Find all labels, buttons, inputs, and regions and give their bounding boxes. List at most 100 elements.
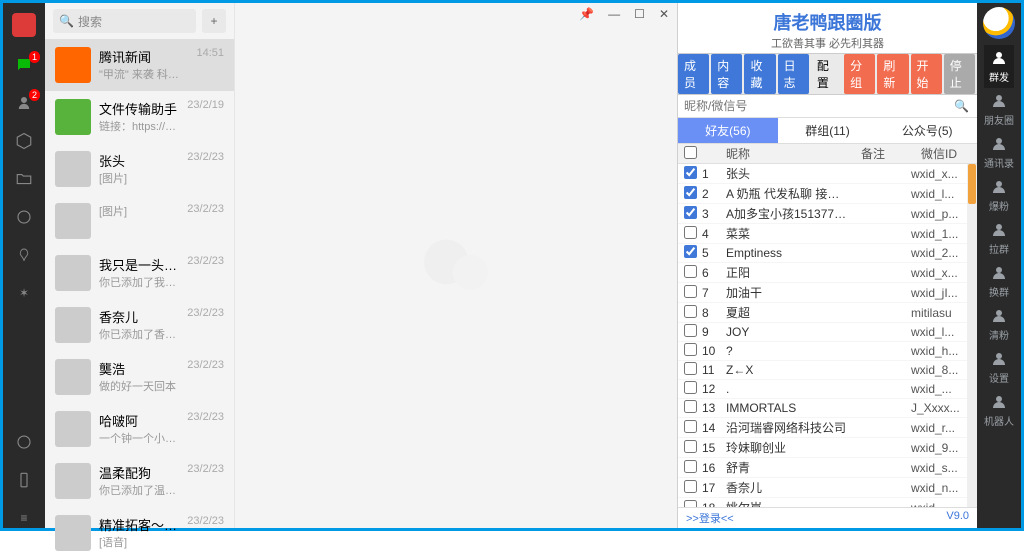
- scrollbar-thumb[interactable]: [968, 164, 976, 204]
- nav-收藏[interactable]: 收藏: [744, 54, 775, 94]
- conversation-item[interactable]: 腾讯新闻 "甲流" 来袭 科学预防... 14:51: [45, 39, 234, 91]
- row-nick: Z←X: [726, 363, 851, 377]
- maximize-button[interactable]: ☐: [634, 7, 645, 21]
- contacts-icon[interactable]: 2: [14, 93, 34, 113]
- cube-icon[interactable]: [14, 131, 34, 151]
- nav-分组[interactable]: 分组: [844, 54, 875, 94]
- row-checkbox[interactable]: [684, 226, 697, 239]
- row-checkbox[interactable]: [684, 265, 697, 278]
- scrollbar[interactable]: [967, 164, 977, 507]
- table-row[interactable]: 5 Emptiness wxid_2...: [678, 244, 967, 263]
- table-row[interactable]: 18 姚尔岚 wxid_...: [678, 498, 967, 507]
- conversation-item[interactable]: 香奈儿 你已添加了香奈儿，现在... 23/2/23: [45, 299, 234, 351]
- sidebar-item-群发[interactable]: 群发: [984, 45, 1014, 88]
- conversation-item[interactable]: [图片] 23/2/23: [45, 195, 234, 247]
- conversation-item[interactable]: 温柔配狗 你已添加了温柔配狗，现... 23/2/23: [45, 455, 234, 507]
- table-row[interactable]: 14 沿河瑞睿网络科技公司 wxid_r...: [678, 418, 967, 438]
- row-index: 2: [700, 187, 726, 201]
- row-checkbox[interactable]: [684, 166, 697, 179]
- select-all-checkbox[interactable]: [684, 146, 697, 159]
- row-index: 4: [700, 227, 726, 241]
- row-checkbox[interactable]: [684, 460, 697, 473]
- row-nick: A 奶瓶 代发私聊 接冠名: [726, 185, 851, 202]
- table-row[interactable]: 11 Z←X wxid_8...: [678, 361, 967, 380]
- sidebar-item-爆粉[interactable]: 爆粉: [984, 174, 1014, 217]
- table-row[interactable]: 12 . wxid_...: [678, 380, 967, 399]
- sidebar-item-通讯录[interactable]: 通讯录: [984, 131, 1014, 174]
- conversation-item[interactable]: 龑浩 做的好一天回本 23/2/23: [45, 351, 234, 403]
- chat-icon[interactable]: 1: [14, 55, 34, 75]
- nav-开始[interactable]: 开始: [911, 54, 942, 94]
- conversation-item[interactable]: 我只是一头牛 ᐕ(^o 你已添加了我只是一头牛... 23/2/23: [45, 247, 234, 299]
- subtab[interactable]: 群组(11): [778, 118, 878, 143]
- nav-停止[interactable]: 停止: [944, 54, 975, 94]
- row-checkbox[interactable]: [684, 324, 697, 337]
- row-checkbox[interactable]: [684, 186, 697, 199]
- conversation-item[interactable]: 张头 [图片] 23/2/23: [45, 143, 234, 195]
- login-link[interactable]: >>登录<<: [686, 510, 734, 526]
- table-row[interactable]: 9 JOY wxid_l...: [678, 323, 967, 342]
- close-button[interactable]: ✕: [659, 7, 669, 21]
- conversation-item[interactable]: 哈啵阿 一个钟一个小时 这个是... 23/2/23: [45, 403, 234, 455]
- row-checkbox[interactable]: [684, 420, 697, 433]
- sparkle-icon[interactable]: ✶: [14, 283, 34, 303]
- sidebar-item-机器人[interactable]: 机器人: [984, 389, 1014, 432]
- row-checkbox[interactable]: [684, 500, 697, 508]
- table-row[interactable]: 3 A加多宝小孩15137729913 wxid_p...: [678, 204, 967, 224]
- conv-name: 精准拓客～冰冰: [99, 515, 179, 534]
- table-row[interactable]: 10 ? wxid_h...: [678, 342, 967, 361]
- conv-time: 23/2/19: [187, 99, 224, 135]
- conversation-item[interactable]: 精准拓客～冰冰 [语音] 23/2/23: [45, 507, 234, 559]
- table-row[interactable]: 2 A 奶瓶 代发私聊 接冠名 wxid_l...: [678, 184, 967, 204]
- sidebar-item-清粉[interactable]: 清粉: [984, 303, 1014, 346]
- row-checkbox[interactable]: [684, 381, 697, 394]
- row-checkbox[interactable]: [684, 400, 697, 413]
- miniprogram-icon[interactable]: [14, 432, 34, 452]
- table-row[interactable]: 4 菜菜 wxid_1...: [678, 224, 967, 244]
- row-checkbox[interactable]: [684, 305, 697, 318]
- table-row[interactable]: 13 IMMORTALS J_Xxxx...: [678, 399, 967, 418]
- conversation-item[interactable]: 文件传输助手 链接：https://pan.baid... 23/2/19: [45, 91, 234, 143]
- table-row[interactable]: 6 正阳 wxid_x...: [678, 263, 967, 283]
- row-checkbox[interactable]: [684, 362, 697, 375]
- table-row[interactable]: 8 夏超 mitilasu: [678, 303, 967, 323]
- table-row[interactable]: 15 玲妹聊创业 wxid_9...: [678, 438, 967, 458]
- table-row[interactable]: 7 加油干 wxid_jI...: [678, 283, 967, 303]
- avatar: [55, 99, 91, 135]
- nav-刷新[interactable]: 刷新: [877, 54, 908, 94]
- folder-icon[interactable]: [14, 169, 34, 189]
- table-row[interactable]: 16 舒青 wxid_s...: [678, 458, 967, 478]
- sidebar-item-朋友圈[interactable]: 朋友圈: [984, 88, 1014, 131]
- phone-icon[interactable]: [14, 470, 34, 490]
- subtab[interactable]: 公众号(5): [877, 118, 977, 143]
- table-row[interactable]: 17 香奈儿 wxid_n...: [678, 478, 967, 498]
- row-nick: A加多宝小孩15137729913: [726, 205, 851, 222]
- table-row[interactable]: 1 张头 wxid_x...: [678, 164, 967, 184]
- row-checkbox[interactable]: [684, 343, 697, 356]
- sidebar-item-拉群[interactable]: 拉群: [984, 217, 1014, 260]
- sidebar-item-设置[interactable]: 设置: [984, 346, 1014, 389]
- nav-内容[interactable]: 内容: [711, 54, 742, 94]
- row-checkbox[interactable]: [684, 285, 697, 298]
- minimize-button[interactable]: —: [608, 7, 620, 21]
- circle-icon[interactable]: [14, 207, 34, 227]
- conv-time: 23/2/23: [187, 463, 224, 499]
- row-nick: Emptiness: [726, 246, 851, 260]
- butterfly-icon[interactable]: [14, 245, 34, 265]
- row-checkbox[interactable]: [684, 206, 697, 219]
- subtab[interactable]: 好友(56): [678, 118, 778, 143]
- search-icon[interactable]: 🔍: [946, 99, 977, 113]
- search-input[interactable]: 🔍 搜索: [53, 9, 196, 33]
- row-checkbox[interactable]: [684, 440, 697, 453]
- menu-icon[interactable]: ≡: [14, 508, 34, 528]
- row-checkbox[interactable]: [684, 245, 697, 258]
- new-chat-button[interactable]: +: [202, 9, 226, 33]
- nav-配置[interactable]: 配置: [811, 54, 842, 94]
- nav-成员[interactable]: 成员: [678, 54, 709, 94]
- row-checkbox[interactable]: [684, 480, 697, 493]
- sidebar-item-换群[interactable]: 换群: [984, 260, 1014, 303]
- plugin-search-input[interactable]: [678, 95, 946, 117]
- nav-日志[interactable]: 日志: [778, 54, 809, 94]
- pin-button[interactable]: 📌: [579, 7, 594, 21]
- conv-time: 23/2/23: [187, 151, 224, 187]
